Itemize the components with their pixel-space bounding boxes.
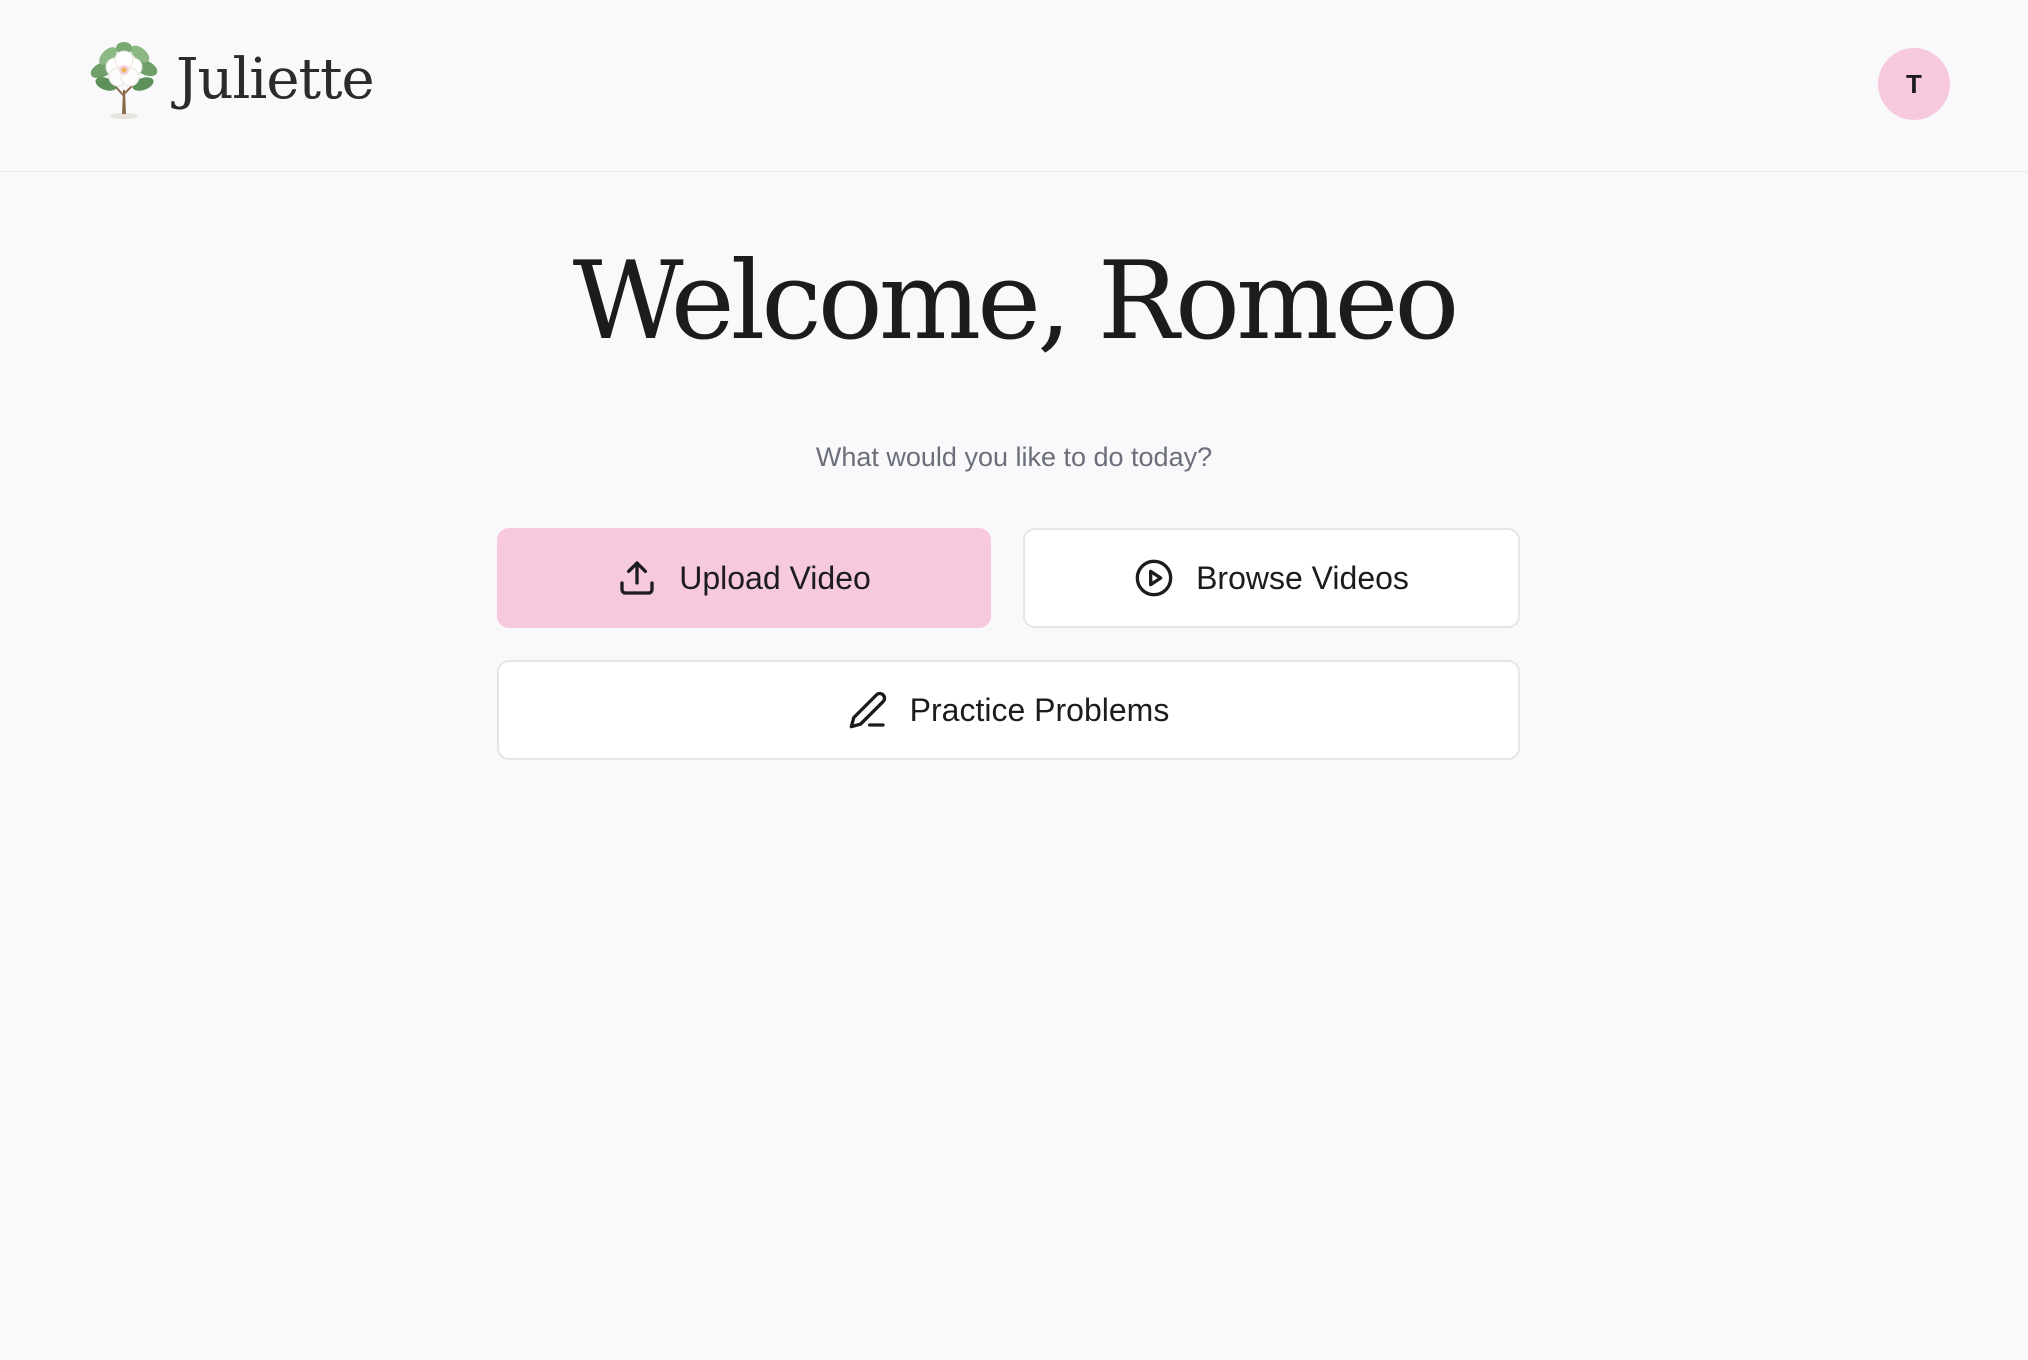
pencil-icon [849,691,886,729]
user-avatar-button[interactable]: T [1878,48,1950,120]
play-circle-icon [1135,559,1173,597]
practice-problems-button[interactable]: Practice Problems [497,660,1520,760]
brand-home-link[interactable]: Juliette [88,40,375,120]
upload-icon [620,561,654,595]
welcome-subtitle: What would you like to do today? [815,442,1213,472]
welcome-heading: Welcome, Romeo [572,239,1460,364]
upload-video-label: Upload Video [679,559,871,596]
magnolia-tree-icon [90,42,158,119]
avatar-initial: T [1906,68,1922,99]
top-header: Juliette T [0,0,2028,172]
browse-videos-button[interactable]: Browse Videos [1023,528,1520,628]
browse-videos-label: Browse Videos [1196,559,1409,596]
upload-video-button[interactable]: Upload Video [497,528,991,628]
brand-name: Juliette [176,47,375,112]
practice-problems-label: Practice Problems [909,691,1170,728]
